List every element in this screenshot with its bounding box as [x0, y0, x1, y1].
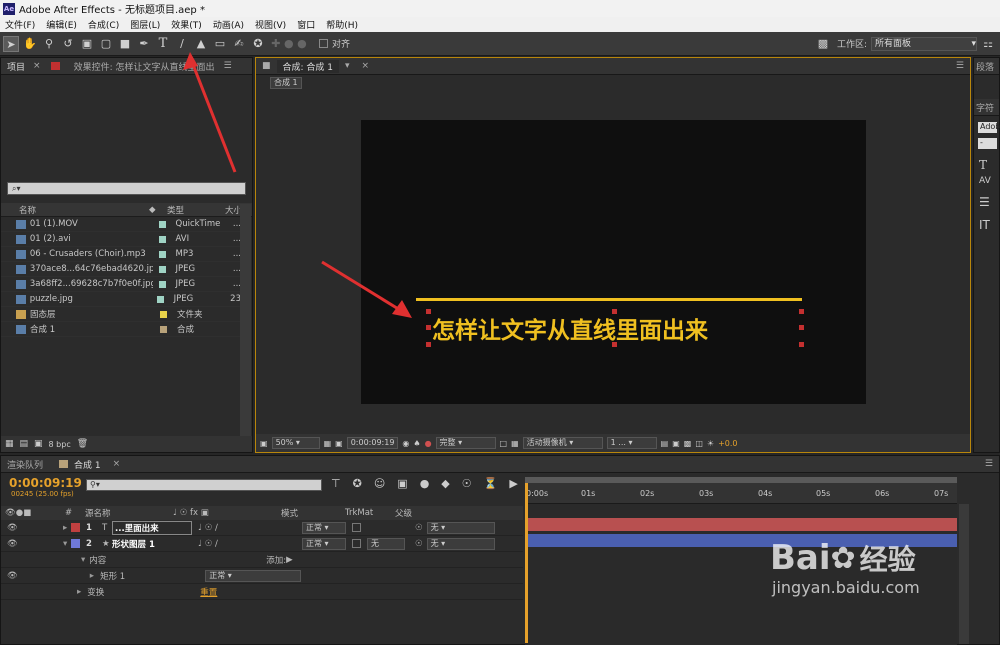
paw-icon: ✿ — [830, 540, 856, 576]
arrow-head-text — [392, 300, 412, 318]
watermark-brand2: 经验 — [859, 543, 916, 576]
arrow-to-type-tool — [190, 61, 237, 173]
arrow-head-type-tool — [183, 52, 198, 70]
watermark-url: jingyan.baidu.com — [772, 578, 920, 597]
baidu-watermark: Bai ✿ 经验 jingyan.baidu.com — [770, 538, 995, 628]
watermark-brand: Bai — [770, 538, 831, 578]
arrow-to-text — [321, 260, 401, 312]
